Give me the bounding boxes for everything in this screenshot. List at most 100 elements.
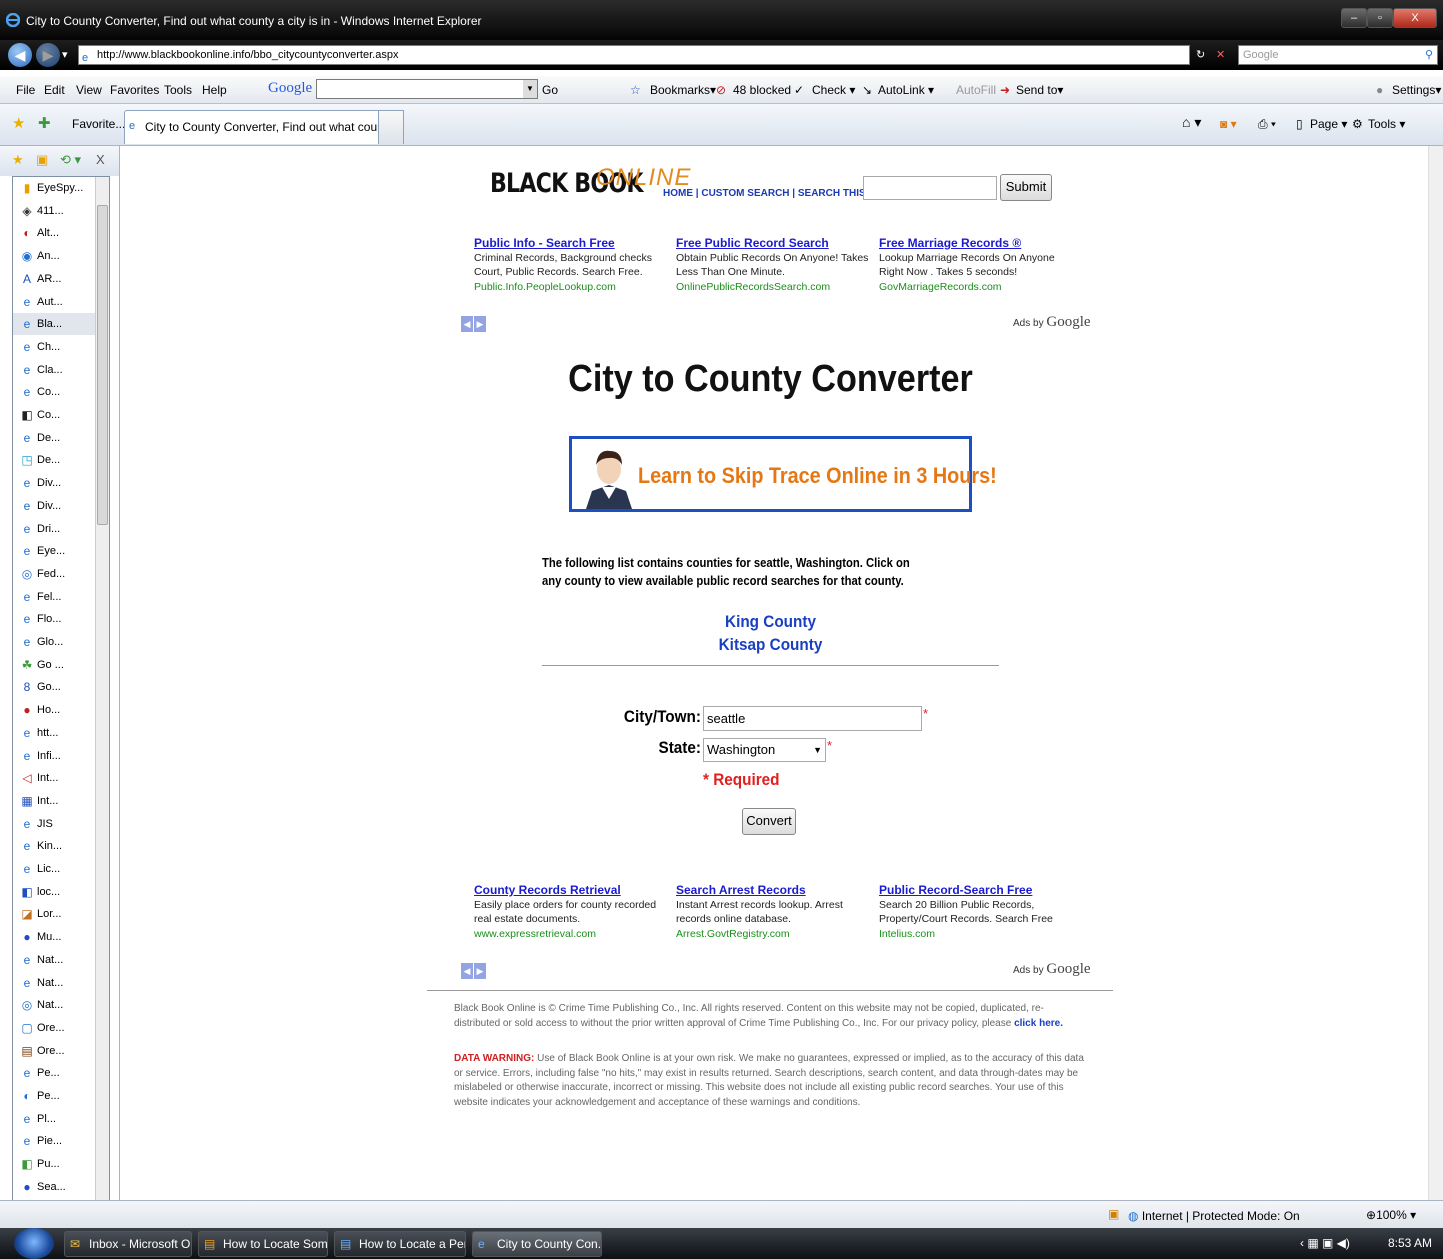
menu-edit[interactable]: Edit xyxy=(44,83,65,97)
ad-title-link[interactable]: Free Public Record Search xyxy=(676,236,871,251)
feeds-icon[interactable]: ◙ ▾ xyxy=(1220,117,1237,131)
menu-file[interactable]: File xyxy=(16,83,35,97)
sidebar-item[interactable]: ● Sea... xyxy=(13,1176,97,1198)
google-toolbar-search[interactable]: ▼ xyxy=(316,79,538,99)
new-tab-button[interactable] xyxy=(378,110,404,144)
sidebar-scrollbar[interactable] xyxy=(95,177,109,1221)
sidebar-item[interactable]: ◧ Pu... xyxy=(13,1153,97,1175)
close-button[interactable]: X xyxy=(1393,8,1437,28)
sidebar-item[interactable]: 8 Go... xyxy=(13,676,97,698)
popup-blocked-count[interactable]: 48 blocked xyxy=(733,83,791,97)
favorites-bar-label[interactable]: Favorite... xyxy=(72,117,125,131)
sidebar-item[interactable]: ● Ho... xyxy=(13,699,97,721)
sidebar-item[interactable]: ● Mu... xyxy=(13,926,97,948)
sidebar-item[interactable]: e Lic... xyxy=(13,858,97,880)
sidebar-item[interactable]: e Pl... xyxy=(13,1108,97,1130)
sidebar-item[interactable]: e Dri... xyxy=(13,518,97,540)
ad-title-link[interactable]: Public Info - Search Free xyxy=(474,236,669,251)
history-dropdown-icon[interactable]: ▾ xyxy=(62,45,68,65)
ads-by-google[interactable]: Ads by Google xyxy=(1013,961,1091,978)
sidebar-item[interactable]: e Fel... xyxy=(13,586,97,608)
ad-url[interactable]: Arrest.GovtRegistry.com xyxy=(676,927,871,942)
star-icon[interactable]: ☆ xyxy=(630,83,641,97)
county-link-king[interactable]: King County xyxy=(186,612,1355,632)
menu-favorites[interactable]: Favorites xyxy=(110,83,159,97)
menu-help[interactable]: Help xyxy=(202,83,227,97)
top-nav-links[interactable]: HOME | CUSTOM SEARCH | SEARCH THIS SITE: xyxy=(663,188,894,199)
ad-title-link[interactable]: Public Record-Search Free xyxy=(879,883,1074,898)
sidebar-item[interactable]: ◈ 411... xyxy=(13,200,97,222)
maximize-button[interactable]: ▫ xyxy=(1367,8,1393,28)
submit-button[interactable]: Submit xyxy=(1000,174,1052,201)
stop-icon[interactable]: ✕ xyxy=(1216,45,1225,65)
home-icon[interactable]: ⌂ ▾ xyxy=(1182,114,1201,131)
ad-url[interactable]: Intelius.com xyxy=(879,927,1074,942)
menu-tools[interactable]: Tools xyxy=(164,83,192,97)
city-input[interactable]: seattle xyxy=(703,706,922,731)
close-icon[interactable]: X xyxy=(96,152,105,167)
sidebar-item[interactable]: ▦ Int... xyxy=(13,790,97,812)
page-menu[interactable]: Page ▾ xyxy=(1310,117,1347,131)
print-icon[interactable]: ⎙ ▾ xyxy=(1258,117,1276,132)
sidebar-item[interactable]: ◧ loc... xyxy=(13,881,97,903)
sidebar-item[interactable]: e JIS xyxy=(13,813,97,835)
ad-nav-arrows[interactable]: ◀ ▶ xyxy=(461,963,487,979)
sidebar-item[interactable]: e Nat... xyxy=(13,972,97,994)
ad-title-link[interactable]: Free Marriage Records ® xyxy=(879,236,1074,251)
sidebar-item[interactable]: e Kin... xyxy=(13,835,97,857)
county-link-kitsap[interactable]: Kitsap County xyxy=(186,635,1355,655)
ad-prev-icon[interactable]: ◀ xyxy=(461,316,473,332)
sidebar-item[interactable]: e Eye... xyxy=(13,540,97,562)
site-logo-online[interactable]: ONLINE xyxy=(596,164,691,192)
ads-by-google[interactable]: Ads by Google xyxy=(1013,314,1091,331)
zone-status[interactable]: ◍ Internet | Protected Mode: On xyxy=(1128,1209,1300,1223)
taskbar-item-ie[interactable]: e City to County Con... xyxy=(472,1231,602,1257)
search-icon[interactable]: ⚲ xyxy=(1425,46,1433,64)
sidebar-item[interactable]: ◎ Nat... xyxy=(13,994,97,1016)
feeds-icon[interactable]: ▣ xyxy=(36,152,48,168)
sidebar-item[interactable]: ◎ Fed... xyxy=(13,563,97,585)
ad-url[interactable]: Public.Info.PeopleLookup.com xyxy=(474,280,669,295)
settings-button[interactable]: Settings▾ xyxy=(1392,83,1441,97)
bookmarks-button[interactable]: Bookmarks▾ xyxy=(650,83,716,97)
site-search-input[interactable] xyxy=(863,176,997,200)
ad-next-icon[interactable]: ▶ xyxy=(474,963,486,979)
sidebar-item[interactable]: e Bla... xyxy=(13,313,97,336)
scroll-thumb[interactable] xyxy=(97,205,108,525)
sidebar-item[interactable]: ☘ Go ... xyxy=(13,654,97,676)
send-to-button[interactable]: Send to▾ xyxy=(1016,83,1063,97)
ad-url[interactable]: GovMarriageRecords.com xyxy=(879,280,1074,295)
sidebar-item[interactable]: ◳ De... xyxy=(13,449,97,471)
taskbar-item-doc2[interactable]: ▤ How to Locate a Per... xyxy=(334,1231,466,1257)
sidebar-item[interactable]: e Co... xyxy=(13,381,97,403)
forward-icon[interactable]: ▶ xyxy=(36,43,60,67)
sidebar-item[interactable]: e Glo... xyxy=(13,631,97,653)
sidebar-item[interactable]: e Infi... xyxy=(13,745,97,767)
favorites-center-icon[interactable]: ★ xyxy=(12,114,25,132)
ad-nav-arrows[interactable]: ◀ ▶ xyxy=(461,316,487,332)
sidebar-item[interactable]: ▢ Ore... xyxy=(13,1017,97,1039)
minimize-button[interactable]: – xyxy=(1341,8,1367,28)
go-button[interactable]: Go xyxy=(542,83,558,97)
favorites-icon[interactable]: ★ xyxy=(12,152,24,168)
state-select[interactable]: Washington ▼ xyxy=(703,738,826,762)
tools-menu[interactable]: Tools ▾ xyxy=(1368,117,1405,131)
sidebar-item[interactable]: e Flo... xyxy=(13,608,97,630)
sidebar-item[interactable]: e Pe... xyxy=(13,1062,97,1084)
ad-url[interactable]: OnlinePublicRecordsSearch.com xyxy=(676,280,871,295)
ad-url[interactable]: www.expressretrieval.com xyxy=(474,927,669,942)
ad-next-icon[interactable]: ▶ xyxy=(474,316,486,332)
sidebar-item[interactable]: ◐ Alt... xyxy=(13,222,97,244)
sidebar-item[interactable]: e Cla... xyxy=(13,359,97,381)
sidebar-item[interactable]: e htt... xyxy=(13,722,97,744)
system-tray-icons[interactable]: ‹ ▦ ▣ ◀) xyxy=(1300,1236,1350,1250)
ad-title-link[interactable]: Search Arrest Records xyxy=(676,883,871,898)
sidebar-item[interactable]: e Div... xyxy=(13,472,97,494)
sidebar-item[interactable]: A AR... xyxy=(13,268,97,290)
taskbar-item-outlook[interactable]: ✉ Inbox - Microsoft O... xyxy=(64,1231,192,1257)
sidebar-item[interactable]: e De... xyxy=(13,427,97,449)
convert-button[interactable]: Convert xyxy=(742,808,796,835)
sidebar-item[interactable]: e Nat... xyxy=(13,949,97,971)
sidebar-item[interactable]: e Aut... xyxy=(13,291,97,313)
url-field[interactable]: e http://www.blackbookonline.info/bbo_ci… xyxy=(78,45,1190,65)
